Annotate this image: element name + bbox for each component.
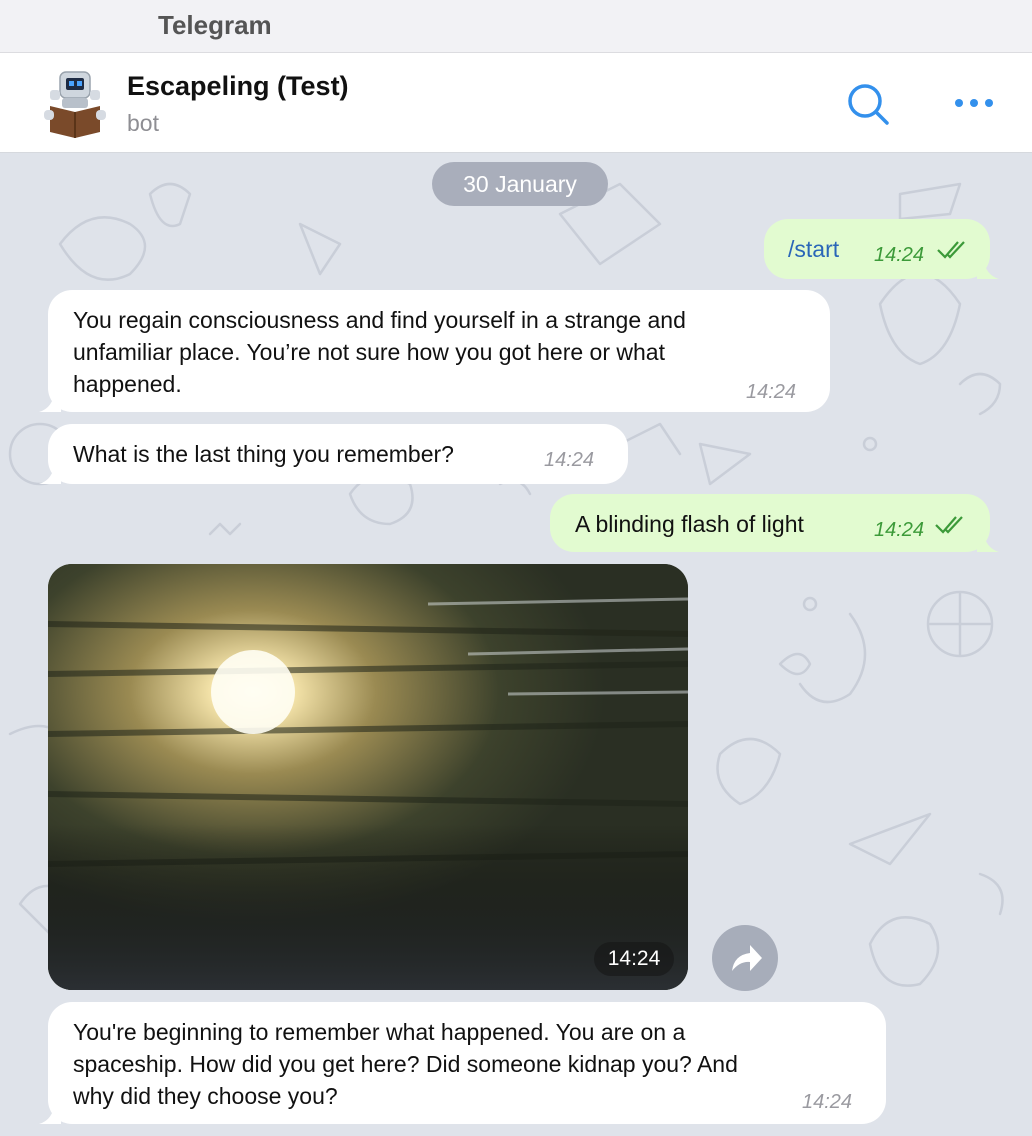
message-line: You regain consciousness and find yourse… — [73, 307, 686, 333]
photo-image — [48, 564, 688, 990]
message-text: What is the last thing you remember? — [73, 441, 454, 467]
forward-button[interactable] — [712, 925, 778, 991]
bubble-tail — [977, 257, 999, 279]
window-title-bar: Telegram — [0, 0, 1032, 53]
message-time: 14:24 — [874, 519, 925, 541]
message-line: You're beginning to remember what happen… — [73, 1019, 686, 1045]
message-text: You're beginning to remember what happen… — [73, 1016, 738, 1112]
photo-message[interactable] — [48, 564, 688, 990]
message-time: 14:24 — [544, 449, 595, 471]
message-outgoing[interactable]: A blinding flash of light 14:24 — [550, 494, 999, 552]
search-icon[interactable] — [843, 79, 893, 129]
message-text: You regain consciousness and find yourse… — [73, 304, 686, 400]
photo-time: 14:24 — [594, 942, 674, 976]
message-outgoing[interactable]: /start 14:24 — [764, 219, 999, 279]
chat-status: bot — [127, 110, 159, 136]
app-title: Telegram — [158, 10, 272, 40]
message-line: spaceship. How did you get here? Did som… — [73, 1051, 738, 1077]
bubble-tail — [39, 390, 61, 412]
bot-command-link[interactable]: /start — [788, 233, 839, 265]
message-line: why did they choose you? — [73, 1083, 338, 1109]
bubble-tail — [977, 530, 999, 552]
message-time: 14:24 — [874, 244, 925, 266]
message-incoming[interactable]: You regain consciousness and find yourse… — [39, 290, 830, 412]
message-line: unfamiliar place. You’re not sure how yo… — [73, 339, 665, 365]
message-list[interactable]: 30 January /start 14:24 You regain consc… — [0, 154, 1032, 1136]
message-incoming[interactable]: What is the last thing you remember? 14:… — [39, 424, 628, 484]
chat-header[interactable]: Escapeling (Test) bot — [0, 53, 1032, 153]
message-time: 14:24 — [746, 381, 797, 403]
double-check-icon — [937, 241, 965, 259]
double-check-icon — [935, 516, 963, 534]
message-incoming[interactable]: You're beginning to remember what happen… — [39, 1002, 886, 1124]
message-line: happened. — [73, 371, 182, 397]
forward-icon — [732, 945, 762, 971]
bubble-tail — [39, 462, 61, 484]
bubble-tail — [39, 1102, 61, 1124]
more-dots-icon[interactable] — [948, 87, 1000, 119]
chat-title[interactable]: Escapeling (Test) — [127, 71, 349, 102]
date-divider: 30 January — [432, 162, 608, 206]
message-time: 14:24 — [802, 1091, 853, 1113]
bot-avatar[interactable] — [40, 70, 110, 140]
message-text: A blinding flash of light — [575, 511, 804, 537]
